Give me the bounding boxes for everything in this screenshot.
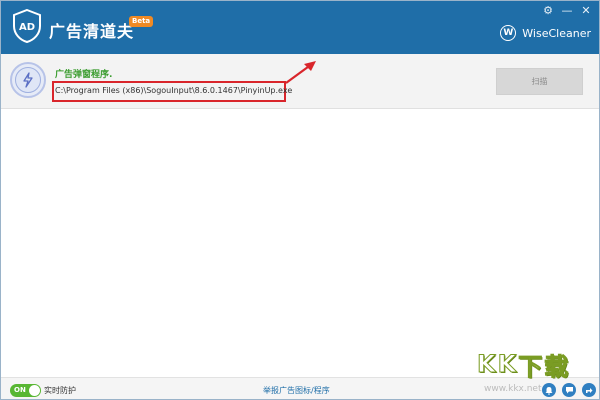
watermark-url: www.kkx.net [484,384,542,394]
beta-badge: Beta [129,16,154,27]
shield-logo-icon: AD [13,9,41,43]
watermark-char: 载 [544,352,569,381]
lightning-icon [23,72,33,88]
brand-name: WiseCleaner [522,26,591,40]
close-button[interactable]: ✕ [579,4,593,18]
realtime-protection-toggle[interactable]: ON [10,384,41,397]
detection-label: 广告弹窗程序. [55,70,113,80]
title-bar: AD 广告清道夫 Beta ⚙ — ✕ W WiseCleaner [1,1,599,54]
share-icon[interactable] [582,383,596,397]
app-window: AD 广告清道夫 Beta ⚙ — ✕ W WiseCleaner 广告弹窗程序… [0,0,600,400]
scan-button[interactable]: 扫描 [496,68,583,95]
report-ad-link[interactable]: 举报广告图标/程序 [263,385,330,396]
settings-button[interactable]: ⚙ [541,4,555,18]
minus-icon: — [561,4,573,17]
program-path: C:\Program Files (x86)\SogouInput\8.6.0.… [55,86,293,95]
realtime-protection-label: 实时防护 [44,386,76,395]
wisecleaner-brand[interactable]: W WiseCleaner [500,25,591,41]
watermark-char: K [477,350,497,379]
minimize-button[interactable]: — [560,4,574,18]
app-title: 广告清道夫 [49,22,135,41]
watermark-char: K [497,350,517,379]
wisecleaner-logo-icon: W [500,25,517,41]
logo-text: AD [19,22,35,33]
watermark-char: 下 [518,352,543,381]
red-arrow-annotation [285,61,316,84]
close-icon: ✕ [581,4,591,17]
protection-status-badge [10,62,46,98]
watermark-logo: K K 下 载 [477,340,569,388]
ad-program-list [1,110,599,377]
toggle-knob [29,385,40,396]
toggle-state: ON [14,386,26,394]
gear-icon: ⚙ [543,4,553,17]
